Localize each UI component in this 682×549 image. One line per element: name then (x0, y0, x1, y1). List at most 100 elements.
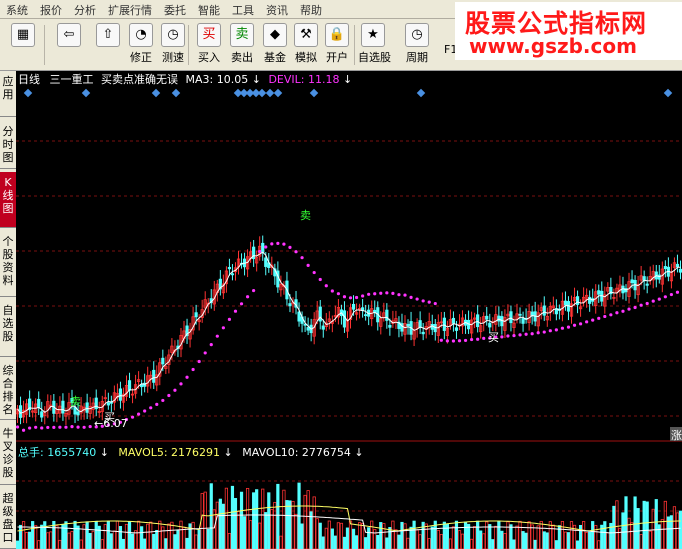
menu-item-2[interactable]: 分析 (68, 0, 102, 18)
volume-bar (460, 533, 465, 549)
chart-area[interactable]: 日线 三一重工 买卖点准确无误 MA3: 10.05 ↓ DEVIL: 11.1… (16, 71, 682, 549)
volume-bar (76, 525, 80, 549)
menu-item-6[interactable]: 工具 (226, 0, 260, 18)
self-select-label: 自选股 (358, 51, 391, 64)
back-button[interactable]: ⇦ (54, 23, 84, 49)
volume-bar (391, 520, 395, 549)
volume-bar (321, 536, 325, 549)
down-arrow-icon: ↓ (354, 446, 364, 459)
devil-dot (566, 325, 571, 329)
period-button[interactable]: ◷ 周期 (402, 23, 432, 65)
menu-item-1[interactable]: 报价 (34, 0, 68, 18)
sell-button[interactable]: 卖卖出 (227, 23, 257, 65)
sell-label: 卖出 (231, 51, 253, 64)
volume-bar (657, 524, 661, 549)
revise-button[interactable]: ◔ 修正 (126, 23, 156, 65)
simulate-button[interactable]: ⚒ 模拟 (291, 23, 321, 65)
candle-body (37, 398, 41, 408)
candle-body (152, 369, 156, 383)
sidebar-tab-2[interactable]: K线图 (0, 172, 16, 228)
devil-dot (336, 292, 341, 296)
signal-diamond (171, 88, 181, 98)
volume-bar (376, 534, 380, 549)
buy-icon: 买 (197, 23, 221, 47)
menu-item-4[interactable]: 委托 (158, 0, 192, 18)
volume-bar (191, 521, 195, 549)
mavol10-label: MAVOL10: 2776754 (242, 446, 351, 459)
volume-bar (94, 520, 98, 549)
volume-bar (500, 530, 504, 549)
volume-bar (324, 527, 328, 549)
candle-body (76, 411, 80, 416)
sidebar-tab-3[interactable]: 个股资料 (0, 231, 16, 297)
devil-dot (143, 409, 147, 413)
volume-bar (167, 523, 171, 549)
up-down-button[interactable]: ⇧ (93, 23, 123, 49)
down-arrow-icon: ↓ (223, 446, 233, 459)
volume-bar (370, 520, 374, 549)
devil-dot (330, 289, 334, 293)
volume-bar (24, 532, 29, 549)
menu-item-7[interactable]: 资讯 (260, 0, 294, 18)
devil-dot (651, 299, 655, 303)
volume-bar (115, 520, 120, 549)
devil-dot (427, 300, 431, 304)
devil-dot (167, 393, 171, 398)
devil-dot (500, 335, 504, 339)
devil-dot (367, 292, 371, 296)
candle-body (106, 402, 110, 406)
sidebar-tab-0[interactable]: 应用 (0, 71, 16, 117)
sidebar-tab-7[interactable]: 超级盘口 (0, 488, 16, 549)
menu-item-8[interactable]: 帮助 (294, 0, 328, 18)
self-select-button[interactable]: ★ 自选股 (358, 23, 391, 65)
menu-item-0[interactable]: 系统 (0, 0, 34, 18)
volume-bar (252, 492, 256, 549)
devil-dot (179, 382, 183, 386)
menu-item-5[interactable]: 智能 (192, 0, 226, 18)
sidebar-tab-4[interactable]: 自选股 (0, 300, 16, 357)
candle-body (421, 331, 425, 335)
candle-body (351, 303, 356, 310)
sidebar: 应用分时图 K线图个股资料自选股综合排名牛叉诊股超级盘口 (0, 71, 16, 549)
devil-dot (342, 295, 347, 299)
volume-bar (176, 529, 180, 549)
volume-bar (518, 520, 522, 549)
volume-bar (215, 501, 219, 549)
volume-bar (569, 521, 574, 549)
devil-dot (415, 297, 419, 301)
candle-body (488, 322, 492, 328)
sidebar-tab-1[interactable]: 分时图 (0, 121, 16, 169)
sidebar-tab-6[interactable]: 牛叉诊股 (0, 423, 16, 485)
candle-body (85, 402, 89, 413)
devil-dot (445, 339, 449, 343)
devil-dot (627, 307, 631, 311)
volume-bar (330, 528, 334, 549)
menu-item-3[interactable]: 扩展行情 (102, 0, 158, 18)
devil-dot (354, 295, 359, 300)
color-scheme-button[interactable]: ▦ (8, 23, 38, 49)
fund-button[interactable]: ◆ 基金 (260, 23, 290, 65)
volume-bar (203, 491, 207, 549)
k-line-chart[interactable]: 卖卖买买←6.07涨 (16, 71, 682, 549)
sidebar-tab-5[interactable]: 综合排名 (0, 360, 16, 420)
volume-bar (276, 483, 280, 549)
open-account-button[interactable]: 🔒 开户 (322, 23, 352, 65)
rise-mark: 涨 (671, 429, 682, 442)
volume-bar (67, 532, 71, 549)
volume-bar (239, 491, 244, 549)
buy-button[interactable]: 买买入 (194, 23, 224, 65)
signal-diamond (81, 88, 91, 98)
volume-bar (418, 534, 422, 549)
volume-bar (285, 500, 289, 549)
volume-bar (530, 524, 534, 549)
volume-bar (672, 506, 677, 549)
volume-bar (533, 539, 537, 549)
devil-dot (82, 425, 86, 429)
volume-bar (554, 540, 558, 549)
volume-bar (588, 531, 592, 549)
volume-bar (218, 498, 222, 549)
volume-bar (509, 524, 513, 549)
speed-button[interactable]: ◷ 测速 (158, 23, 188, 65)
volume-bar (64, 521, 68, 549)
volume-bar (97, 525, 101, 549)
